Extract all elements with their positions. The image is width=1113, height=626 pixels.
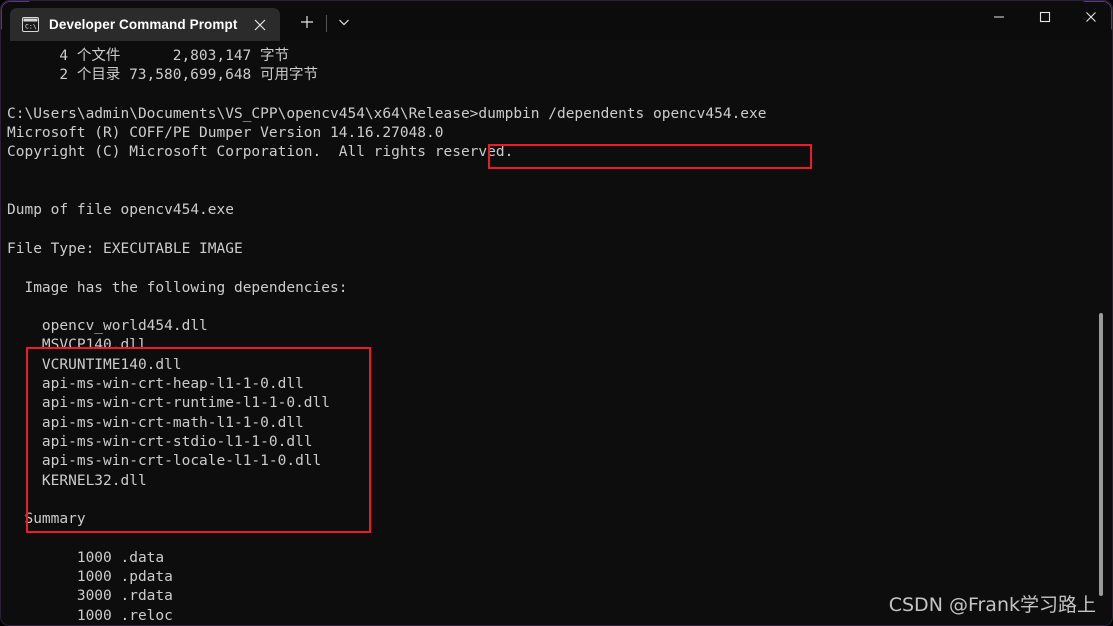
window-controls	[976, 1, 1112, 41]
tab-close-icon[interactable]	[247, 12, 273, 38]
new-tab-button[interactable]	[290, 5, 324, 39]
title-bar: C:\ Developer Command Prompt	[1, 1, 1112, 41]
maximize-button[interactable]	[1022, 1, 1068, 33]
chevron-down-icon[interactable]	[329, 5, 359, 39]
vertical-scrollbar[interactable]	[1098, 41, 1112, 625]
close-button[interactable]	[1068, 1, 1112, 33]
tab-developer-command-prompt[interactable]: C:\ Developer Command Prompt	[10, 8, 281, 41]
console-window-icon: C:\	[22, 17, 39, 32]
minimize-button[interactable]	[976, 1, 1022, 33]
scrollbar-thumb[interactable]	[1099, 313, 1103, 596]
console-text: 4 个文件 2,803,147 字节 2 个目录 73,580,699,648 …	[7, 48, 767, 624]
tab-title: Developer Command Prompt	[49, 17, 238, 32]
watermark: CSDN @Frank学习路上	[888, 594, 1096, 616]
tab-strip: C:\ Developer Command Prompt	[1, 1, 359, 41]
terminal-output-pane[interactable]: 4 个文件 2,803,147 字节 2 个目录 73,580,699,648 …	[1, 41, 1112, 625]
tab-strip-divider	[326, 15, 328, 32]
terminal-window: C:\ Developer Command Prompt 4 个文件 2,803…	[0, 0, 1113, 626]
svg-text:C:\: C:\	[25, 23, 37, 31]
